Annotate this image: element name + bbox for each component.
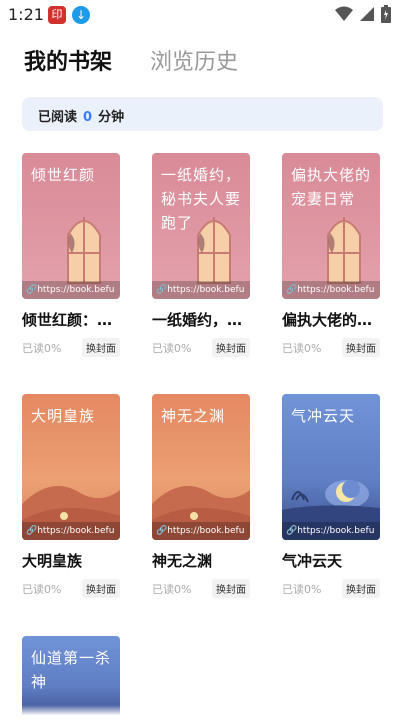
book-cover[interactable]: 气冲云天 🔗https://book.befu [282,394,380,540]
change-cover-button[interactable]: 换封面 [82,338,120,357]
change-cover-button[interactable]: 换封面 [212,579,250,598]
cover-title: 偏执大佬的宠妻日常 [291,166,372,208]
cover-url: 🔗https://book.befu [22,281,120,299]
book-title: 大明皇族 [22,552,83,570]
read-progress: 已读0% [282,583,322,596]
reading-time-text: 已阅读 0 分钟 [38,106,124,125]
cover-title: 倾世红颜 [31,166,96,184]
change-cover-button[interactable]: 换封面 [342,579,380,598]
book-title: 偏执大佬的… [282,311,373,329]
book-card[interactable]: 一纸婚约，秘书夫人要跑了 🔗https://book.befu 一纸婚约，… 已… [152,153,262,357]
read-progress: 已读0% [152,342,192,355]
book-card[interactable]: 气冲云天 🔗https://book.befu 气冲云天 已读0% 换封面 [282,394,392,598]
book-cover[interactable]: 大明皇族 🔗https://book.befu [22,394,120,540]
cover-title: 气冲云天 [291,407,356,425]
cover-url: 🔗https://book.befu [152,281,250,299]
reading-time-prefix: 已阅读 [38,110,78,125]
book-card[interactable]: 偏执大佬的宠妻日常 🔗https://book.befu 偏执大佬的… 已读0%… [282,153,392,357]
link-icon: 🔗 [26,526,38,536]
link-icon: 🔗 [286,526,298,536]
cover-url: 🔗https://book.befu [282,281,380,299]
book-cover[interactable]: 倾世红颜 🔗https://book.befu [22,153,120,299]
cover-url: 🔗https://book.befu [282,522,380,540]
change-cover-button[interactable]: 换封面 [212,338,250,357]
book-cover[interactable]: 神无之渊 🔗https://book.befu [152,394,250,540]
reading-minutes: 0 [83,110,93,125]
book-card[interactable]: 神无之渊 🔗https://book.befu 神无之渊 已读0% 换封面 [152,394,262,598]
reading-time-suffix: 分钟 [98,110,125,125]
link-icon: 🔗 [156,285,168,295]
book-title: 一纸婚约，… [152,311,243,329]
change-cover-button[interactable]: 换封面 [342,338,380,357]
status-time: 1:21 [8,5,44,24]
link-icon: 🔗 [156,526,168,536]
cover-title: 一纸婚约，秘书夫人要跑了 [161,166,242,232]
shelf-tabs: 我的书架 浏览历史 [24,44,238,76]
change-cover-button[interactable]: 换封面 [82,579,120,598]
battery-icon [381,5,391,23]
book-title: 神无之渊 [152,552,213,570]
wifi-icon [335,6,353,21]
signal-icon [360,7,374,21]
app-notification-icon: 印 [48,6,66,24]
book-card[interactable]: 倾世红颜 🔗https://book.befu 倾世红颜：… 已读0% 换封面 [22,153,132,357]
cover-url: 🔗https://book.befu [152,522,250,540]
reading-time-banner: 已阅读 0 分钟 [22,97,383,131]
book-title: 倾世红颜：… [22,311,113,329]
link-icon: 🔗 [286,285,298,295]
read-progress: 已读0% [282,342,322,355]
tab-browse-history[interactable]: 浏览历史 [150,44,238,76]
tab-my-bookshelf[interactable]: 我的书架 [24,44,112,76]
bottom-fade [0,705,405,720]
cover-title: 大明皇族 [31,407,96,425]
download-icon: ↓ [72,6,90,24]
book-title: 气冲云天 [282,552,343,570]
book-card[interactable]: 大明皇族 🔗https://book.befu 大明皇族 已读0% 换封面 [22,394,132,598]
status-bar: 1:21 印 ↓ [0,0,405,30]
link-icon: 🔗 [26,285,38,295]
read-progress: 已读0% [22,342,62,355]
book-cover[interactable]: 一纸婚约，秘书夫人要跑了 🔗https://book.befu [152,153,250,299]
book-cover[interactable]: 偏执大佬的宠妻日常 🔗https://book.befu [282,153,380,299]
cover-title: 神无之渊 [161,407,226,425]
cover-url: 🔗https://book.befu [22,522,120,540]
read-progress: 已读0% [22,583,62,596]
read-progress: 已读0% [152,583,192,596]
cover-title: 仙道第一杀神 [31,649,112,691]
